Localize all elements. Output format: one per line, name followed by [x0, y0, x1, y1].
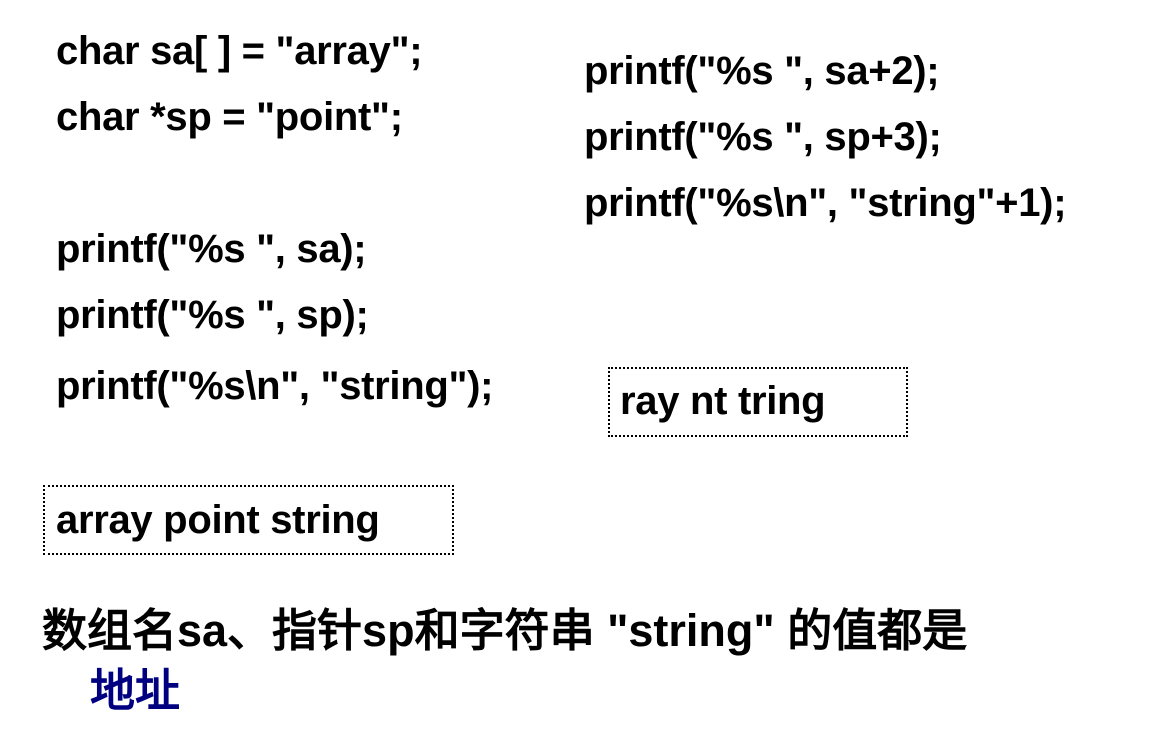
code-line: printf("%s ", sa+2); — [584, 49, 940, 93]
code-line: printf("%s ", sp); — [56, 293, 369, 337]
output-text: array point string — [56, 498, 380, 542]
code-line: printf("%s\n", "string"); — [56, 364, 494, 408]
code-line: char sa[ ] = "array"; — [56, 29, 423, 73]
output-text: ray nt tring — [620, 379, 826, 423]
code-line: printf("%s ", sp+3); — [584, 115, 942, 159]
output-box-left: array point string — [43, 485, 454, 555]
conclusion-text: 数组名sa、指针sp和字符串 "string" 的值都是 — [42, 605, 968, 656]
code-line: char *sp = "point"; — [56, 95, 403, 139]
code-line: printf("%s ", sa); — [56, 227, 367, 271]
output-box-right: ray nt tring — [608, 367, 908, 437]
code-line: printf("%s\n", "string"+1); — [584, 181, 1067, 225]
conclusion-highlight: 地址 — [90, 665, 181, 716]
